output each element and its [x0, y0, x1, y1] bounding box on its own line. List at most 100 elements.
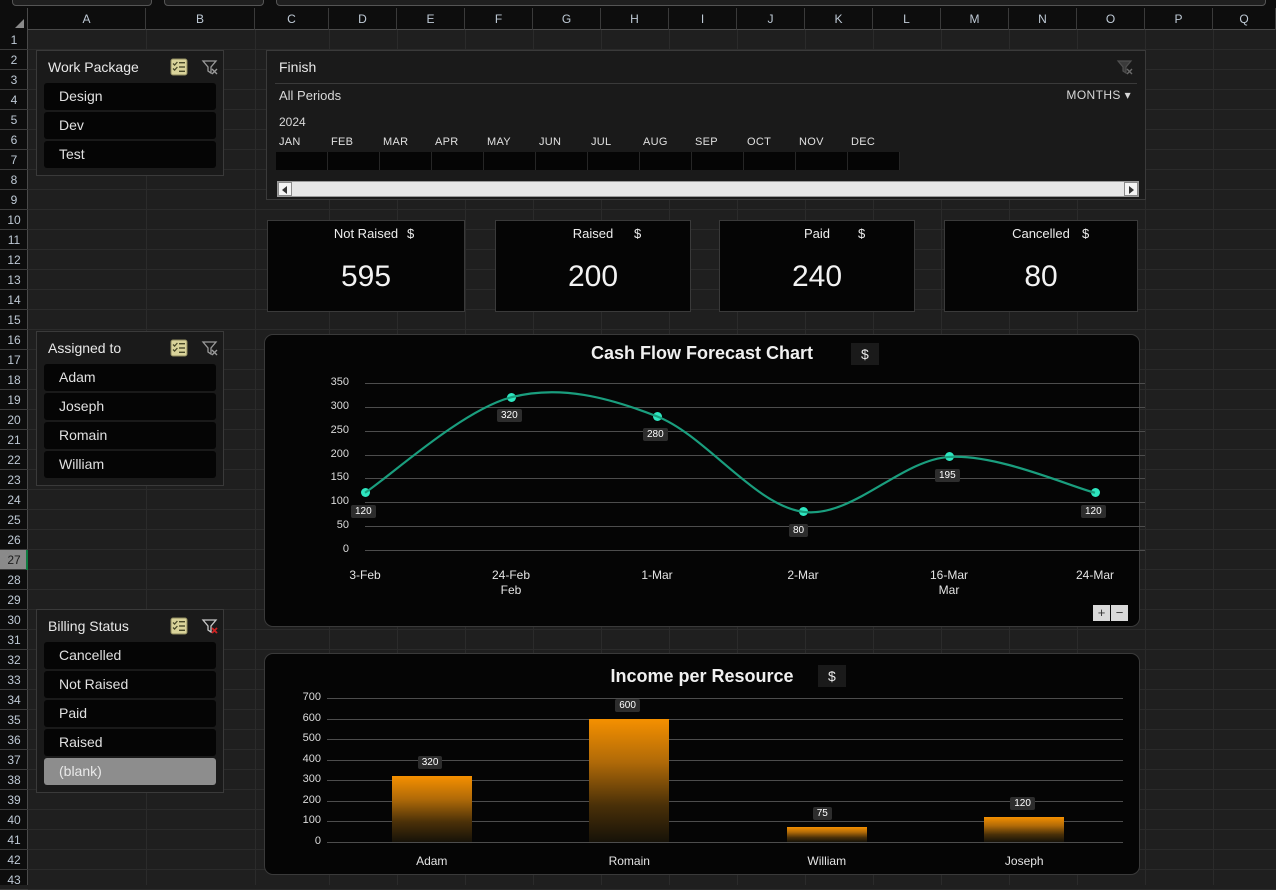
column-header-l[interactable]: L [873, 8, 941, 30]
column-header-e[interactable]: E [397, 8, 465, 30]
row-header-24[interactable]: 24 [0, 490, 28, 510]
row-header-5[interactable]: 5 [0, 110, 28, 130]
row-header-34[interactable]: 34 [0, 690, 28, 710]
multi-select-icon[interactable] [169, 57, 189, 77]
timeline-scrollbar[interactable] [277, 181, 1139, 197]
column-header-f[interactable]: F [465, 8, 533, 30]
row-header-35[interactable]: 35 [0, 710, 28, 730]
timeline-month-block-dec[interactable] [848, 152, 900, 170]
row-header-19[interactable]: 19 [0, 390, 28, 410]
bar-joseph[interactable] [984, 817, 1065, 842]
row-header-4[interactable]: 4 [0, 90, 28, 110]
row-header-3[interactable]: 3 [0, 70, 28, 90]
zoom-out-button[interactable]: − [1111, 605, 1128, 621]
column-header-d[interactable]: D [329, 8, 397, 30]
timeline-month-block-feb[interactable] [328, 152, 380, 170]
row-header-12[interactable]: 12 [0, 250, 28, 270]
column-header-a[interactable]: A [28, 8, 146, 30]
row-header-15[interactable]: 15 [0, 310, 28, 330]
row-header-21[interactable]: 21 [0, 430, 28, 450]
timeline-slicer-finish[interactable]: Finish All Periods MONTHS ▾ 2024 JAN FEB M… [266, 50, 1146, 200]
slicer-item-paid[interactable]: Paid [44, 700, 216, 727]
column-header-j[interactable]: J [737, 8, 805, 30]
name-box-clipped[interactable] [12, 0, 152, 6]
timeline-month-block-oct[interactable] [744, 152, 796, 170]
timeline-month-block-nov[interactable] [796, 152, 848, 170]
column-header-q[interactable]: Q [1213, 8, 1276, 30]
slicer-work-package[interactable]: Work Package Design Dev Test [36, 50, 224, 176]
row-header-36[interactable]: 36 [0, 730, 28, 750]
formula-bar-clipped[interactable] [276, 0, 1266, 6]
column-header-b[interactable]: B [146, 8, 255, 30]
column-header-g[interactable]: G [533, 8, 601, 30]
toolbar-button-clipped[interactable] [164, 0, 264, 6]
row-header-27[interactable]: 27 [0, 550, 28, 570]
slicer-item-cancelled[interactable]: Cancelled [44, 642, 216, 669]
slicer-item-joseph[interactable]: Joseph [44, 393, 216, 420]
row-header-18[interactable]: 18 [0, 370, 28, 390]
column-header-m[interactable]: M [941, 8, 1009, 30]
row-header-32[interactable]: 32 [0, 650, 28, 670]
row-header-28[interactable]: 28 [0, 570, 28, 590]
row-header-7[interactable]: 7 [0, 150, 28, 170]
row-header-20[interactable]: 20 [0, 410, 28, 430]
timeline-month-block-aug[interactable] [640, 152, 692, 170]
bar-romain[interactable] [589, 718, 670, 842]
bar-william[interactable] [786, 826, 867, 842]
select-all-corner[interactable] [0, 8, 28, 30]
column-header-p[interactable]: P [1145, 8, 1213, 30]
clear-filter-icon[interactable] [1115, 57, 1135, 77]
row-header-17[interactable]: 17 [0, 350, 28, 370]
timeline-month-block-mar[interactable] [380, 152, 432, 170]
multi-select-icon[interactable] [169, 338, 189, 358]
slicer-item-william[interactable]: William [44, 451, 216, 478]
row-header-42[interactable]: 42 [0, 850, 28, 870]
slicer-item-romain[interactable]: Romain [44, 422, 216, 449]
row-header-14[interactable]: 14 [0, 290, 28, 310]
row-header-1[interactable]: 1 [0, 30, 28, 50]
row-header-6[interactable]: 6 [0, 130, 28, 150]
row-header-37[interactable]: 37 [0, 750, 28, 770]
slicer-item-raised[interactable]: Raised [44, 729, 216, 756]
row-header-8[interactable]: 8 [0, 170, 28, 190]
slicer-item-not-raised[interactable]: Not Raised [44, 671, 216, 698]
row-header-33[interactable]: 33 [0, 670, 28, 690]
row-header-30[interactable]: 30 [0, 610, 28, 630]
cash-flow-forecast-chart[interactable]: Cash Flow Forecast Chart $ 0 50 100 150 200 2… [264, 334, 1145, 627]
timeline-month-block-jan[interactable] [276, 152, 328, 170]
row-header-26[interactable]: 26 [0, 530, 28, 550]
row-header-23[interactable]: 23 [0, 470, 28, 490]
column-header-k[interactable]: K [805, 8, 873, 30]
clear-filter-icon[interactable] [200, 616, 220, 636]
slicer-item-blank[interactable]: (blank) [44, 758, 216, 785]
zoom-in-button[interactable]: + [1093, 605, 1110, 621]
timeline-month-block-apr[interactable] [432, 152, 484, 170]
scroll-right-arrow-icon[interactable] [1124, 182, 1138, 196]
scroll-left-arrow-icon[interactable] [278, 182, 292, 196]
timeline-month-block-may[interactable] [484, 152, 536, 170]
clear-filter-icon[interactable] [200, 338, 220, 358]
row-header-40[interactable]: 40 [0, 810, 28, 830]
slicer-item-design[interactable]: Design [44, 83, 216, 110]
row-header-16[interactable]: 16 [0, 330, 28, 350]
row-header-22[interactable]: 22 [0, 450, 28, 470]
timeline-level-selector[interactable]: MONTHS ▾ [1066, 88, 1131, 102]
slicer-item-adam[interactable]: Adam [44, 364, 216, 391]
multi-select-icon[interactable] [169, 616, 189, 636]
row-header-38[interactable]: 38 [0, 770, 28, 790]
slicer-assigned-to[interactable]: Assigned to Adam Joseph Romain William [36, 331, 224, 486]
row-header-31[interactable]: 31 [0, 630, 28, 650]
timeline-month-block-sep[interactable] [692, 152, 744, 170]
bar-adam[interactable] [391, 776, 472, 842]
clear-filter-icon[interactable] [200, 57, 220, 77]
income-per-resource-chart[interactable]: Income per Resource $ 0 100 200 300 400 500 60… [264, 653, 1140, 875]
column-header-c[interactable]: C [255, 8, 329, 30]
row-header-43[interactable]: 43 [0, 870, 28, 890]
row-header-9[interactable]: 9 [0, 190, 28, 210]
timeline-month-block-jul[interactable] [588, 152, 640, 170]
row-header-11[interactable]: 11 [0, 230, 28, 250]
timeline-month-block-jun[interactable] [536, 152, 588, 170]
slicer-item-test[interactable]: Test [44, 141, 216, 168]
row-header-29[interactable]: 29 [0, 590, 28, 610]
slicer-billing-status[interactable]: Billing Status Cancelled Not Raised Paid Ra… [36, 609, 224, 793]
